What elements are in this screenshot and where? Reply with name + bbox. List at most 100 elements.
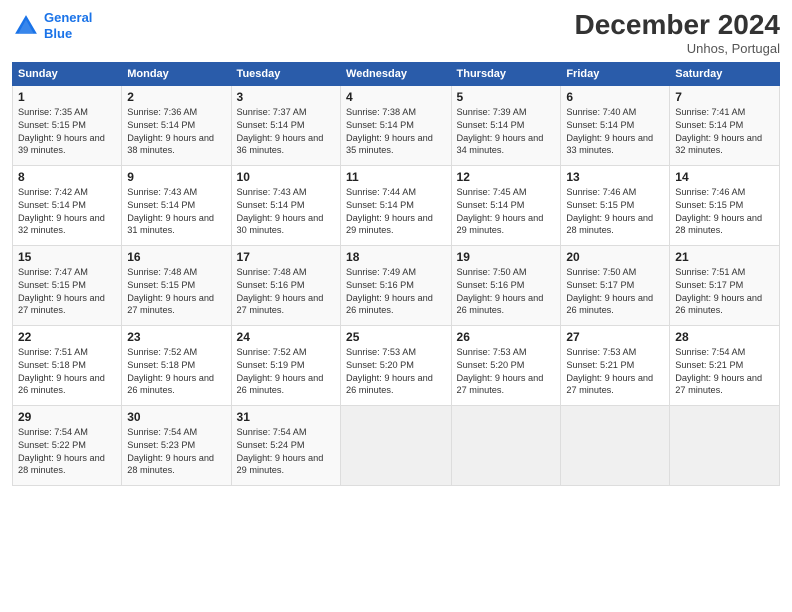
calendar-cell: 4 Sunrise: 7:38 AMSunset: 5:14 PMDaylight…	[341, 85, 452, 165]
calendar-cell: 8Sunrise: 7:42 AMSunset: 5:14 PMDaylight…	[13, 165, 122, 245]
calendar-cell: 20 Sunrise: 7:50 AMSunset: 5:17 PMDayligh…	[561, 245, 670, 325]
calendar-cell: 17 Sunrise: 7:48 AMSunset: 5:16 PMDayligh…	[231, 245, 340, 325]
calendar-cell: 10 Sunrise: 7:43 AMSunset: 5:14 PMDayligh…	[231, 165, 340, 245]
day-header-saturday: Saturday	[670, 62, 780, 85]
calendar-cell: 19 Sunrise: 7:50 AMSunset: 5:16 PMDayligh…	[451, 245, 561, 325]
calendar-cell: 2 Sunrise: 7:36 AMSunset: 5:14 PMDaylight…	[122, 85, 231, 165]
day-detail: Sunrise: 7:35 AMSunset: 5:15 PMDaylight:…	[18, 106, 116, 158]
day-header-tuesday: Tuesday	[231, 62, 340, 85]
day-number: 22	[18, 330, 116, 344]
day-number: 7	[675, 90, 774, 104]
calendar-cell: 7 Sunrise: 7:41 AMSunset: 5:14 PMDaylight…	[670, 85, 780, 165]
calendar-header: SundayMondayTuesdayWednesdayThursdayFrid…	[13, 62, 780, 85]
day-number: 23	[127, 330, 225, 344]
day-detail: Sunrise: 7:53 AMSunset: 5:20 PMDaylight:…	[457, 346, 556, 398]
day-number: 16	[127, 250, 225, 264]
calendar-cell: 3Sunrise: 7:37 AMSunset: 5:14 PMDaylight…	[231, 85, 340, 165]
calendar-week-1: 1 Sunrise: 7:35 AMSunset: 5:15 PMDaylight…	[13, 85, 780, 165]
day-detail: Sunrise: 7:53 AMSunset: 5:21 PMDaylight:…	[566, 346, 664, 398]
day-detail: Sunrise: 7:47 AMSunset: 5:15 PMDaylight:…	[18, 266, 116, 318]
calendar-week-2: 8Sunrise: 7:42 AMSunset: 5:14 PMDaylight…	[13, 165, 780, 245]
calendar-cell: 23 Sunrise: 7:52 AMSunset: 5:18 PMDayligh…	[122, 325, 231, 405]
day-detail: Sunrise: 7:54 AMSunset: 5:24 PMDaylight:…	[237, 426, 335, 478]
day-detail: Sunrise: 7:38 AMSunset: 5:14 PMDaylight:…	[346, 106, 446, 158]
day-number: 1	[18, 90, 116, 104]
calendar-cell	[561, 405, 670, 485]
day-detail: Sunrise: 7:46 AMSunset: 5:15 PMDaylight:…	[675, 186, 774, 238]
day-number: 25	[346, 330, 446, 344]
calendar-week-3: 15Sunrise: 7:47 AMSunset: 5:15 PMDayligh…	[13, 245, 780, 325]
day-detail: Sunrise: 7:37 AMSunset: 5:14 PMDaylight:…	[237, 106, 335, 158]
day-header-monday: Monday	[122, 62, 231, 85]
calendar-cell: 1 Sunrise: 7:35 AMSunset: 5:15 PMDaylight…	[13, 85, 122, 165]
day-detail: Sunrise: 7:50 AMSunset: 5:16 PMDaylight:…	[457, 266, 556, 318]
day-number: 10	[237, 170, 335, 184]
day-number: 4	[346, 90, 446, 104]
calendar-cell: 22Sunrise: 7:51 AMSunset: 5:18 PMDayligh…	[13, 325, 122, 405]
day-number: 11	[346, 170, 446, 184]
day-detail: Sunrise: 7:43 AMSunset: 5:14 PMDaylight:…	[237, 186, 335, 238]
header-row: SundayMondayTuesdayWednesdayThursdayFrid…	[13, 62, 780, 85]
day-detail: Sunrise: 7:40 AMSunset: 5:14 PMDaylight:…	[566, 106, 664, 158]
calendar-cell: 5 Sunrise: 7:39 AMSunset: 5:14 PMDaylight…	[451, 85, 561, 165]
day-number: 20	[566, 250, 664, 264]
day-detail: Sunrise: 7:54 AMSunset: 5:21 PMDaylight:…	[675, 346, 774, 398]
calendar-cell: 16 Sunrise: 7:48 AMSunset: 5:15 PMDayligh…	[122, 245, 231, 325]
day-number: 26	[457, 330, 556, 344]
calendar-cell: 25Sunrise: 7:53 AMSunset: 5:20 PMDayligh…	[341, 325, 452, 405]
day-detail: Sunrise: 7:52 AMSunset: 5:19 PMDaylight:…	[237, 346, 335, 398]
logo-text: General Blue	[44, 10, 92, 41]
day-detail: Sunrise: 7:54 AMSunset: 5:23 PMDaylight:…	[127, 426, 225, 478]
day-header-friday: Friday	[561, 62, 670, 85]
day-detail: Sunrise: 7:41 AMSunset: 5:14 PMDaylight:…	[675, 106, 774, 158]
day-number: 17	[237, 250, 335, 264]
day-number: 30	[127, 410, 225, 424]
day-detail: Sunrise: 7:54 AMSunset: 5:22 PMDaylight:…	[18, 426, 116, 478]
day-number: 5	[457, 90, 556, 104]
day-number: 21	[675, 250, 774, 264]
header: General Blue December 2024 Unhos, Portug…	[12, 10, 780, 56]
calendar-body: 1 Sunrise: 7:35 AMSunset: 5:15 PMDaylight…	[13, 85, 780, 485]
calendar-cell: 9 Sunrise: 7:43 AMSunset: 5:14 PMDaylight…	[122, 165, 231, 245]
day-number: 24	[237, 330, 335, 344]
day-detail: Sunrise: 7:48 AMSunset: 5:16 PMDaylight:…	[237, 266, 335, 318]
day-number: 19	[457, 250, 556, 264]
logo-icon	[12, 12, 40, 40]
calendar-table: SundayMondayTuesdayWednesdayThursdayFrid…	[12, 62, 780, 486]
location-subtitle: Unhos, Portugal	[575, 41, 780, 56]
day-number: 2	[127, 90, 225, 104]
calendar-cell	[451, 405, 561, 485]
main-container: General Blue December 2024 Unhos, Portug…	[0, 0, 792, 494]
calendar-week-5: 29 Sunrise: 7:54 AMSunset: 5:22 PMDayligh…	[13, 405, 780, 485]
day-detail: Sunrise: 7:50 AMSunset: 5:17 PMDaylight:…	[566, 266, 664, 318]
calendar-cell: 12 Sunrise: 7:45 AMSunset: 5:14 PMDayligh…	[451, 165, 561, 245]
calendar-cell: 26 Sunrise: 7:53 AMSunset: 5:20 PMDayligh…	[451, 325, 561, 405]
day-number: 13	[566, 170, 664, 184]
calendar-cell: 24 Sunrise: 7:52 AMSunset: 5:19 PMDayligh…	[231, 325, 340, 405]
calendar-cell: 27Sunrise: 7:53 AMSunset: 5:21 PMDayligh…	[561, 325, 670, 405]
day-detail: Sunrise: 7:44 AMSunset: 5:14 PMDaylight:…	[346, 186, 446, 238]
day-detail: Sunrise: 7:36 AMSunset: 5:14 PMDaylight:…	[127, 106, 225, 158]
day-number: 12	[457, 170, 556, 184]
day-header-thursday: Thursday	[451, 62, 561, 85]
day-detail: Sunrise: 7:48 AMSunset: 5:15 PMDaylight:…	[127, 266, 225, 318]
calendar-week-4: 22Sunrise: 7:51 AMSunset: 5:18 PMDayligh…	[13, 325, 780, 405]
day-number: 8	[18, 170, 116, 184]
title-block: December 2024 Unhos, Portugal	[575, 10, 780, 56]
day-number: 29	[18, 410, 116, 424]
calendar-cell: 13Sunrise: 7:46 AMSunset: 5:15 PMDayligh…	[561, 165, 670, 245]
calendar-cell: 29 Sunrise: 7:54 AMSunset: 5:22 PMDayligh…	[13, 405, 122, 485]
calendar-cell: 21 Sunrise: 7:51 AMSunset: 5:17 PMDayligh…	[670, 245, 780, 325]
day-number: 6	[566, 90, 664, 104]
day-number: 28	[675, 330, 774, 344]
calendar-cell: 28 Sunrise: 7:54 AMSunset: 5:21 PMDayligh…	[670, 325, 780, 405]
day-number: 9	[127, 170, 225, 184]
day-detail: Sunrise: 7:43 AMSunset: 5:14 PMDaylight:…	[127, 186, 225, 238]
day-detail: Sunrise: 7:51 AMSunset: 5:17 PMDaylight:…	[675, 266, 774, 318]
day-detail: Sunrise: 7:45 AMSunset: 5:14 PMDaylight:…	[457, 186, 556, 238]
day-number: 14	[675, 170, 774, 184]
day-number: 18	[346, 250, 446, 264]
day-detail: Sunrise: 7:39 AMSunset: 5:14 PMDaylight:…	[457, 106, 556, 158]
day-detail: Sunrise: 7:52 AMSunset: 5:18 PMDaylight:…	[127, 346, 225, 398]
day-detail: Sunrise: 7:49 AMSunset: 5:16 PMDaylight:…	[346, 266, 446, 318]
